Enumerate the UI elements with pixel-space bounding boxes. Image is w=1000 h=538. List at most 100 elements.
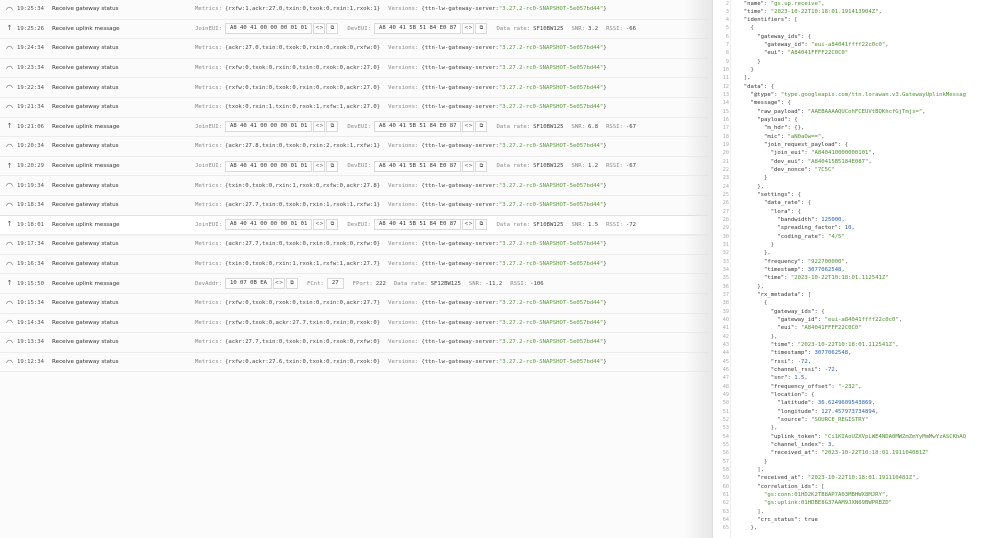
wifi-icon: ◠ [6, 239, 13, 249]
snr-label: SNR: [571, 163, 585, 170]
wifi-icon: ◠ [6, 200, 13, 210]
rssi-value: -67 [625, 123, 637, 130]
version-key: ttn-lw-gateway-server [424, 6, 496, 13]
event-row[interactable]: ◠ 19:12:34 Receive gateway status Metrics:{… [0, 353, 708, 373]
event-row[interactable]: ↑ 19:15:50 Receive uplink message DevAddr: 1… [0, 274, 708, 294]
copy-button[interactable]: ⧉ [326, 23, 339, 35]
code-line: "time": "2023-10-22T10:18:01.191413904Z"… [743, 8, 882, 15]
event-json-viewer[interactable]: 2 3 4 5 6 7 8 9 10 11 12 13 14 15 16 17 18 19 20 21 22 23 24 25… [712, 0, 1000, 538]
metric-key: rxfw [356, 202, 370, 209]
brace: } [603, 104, 607, 111]
event-details: JoinEUI: A8 40 41 00 00 00 01 01 <> ⧉ DevEUI… [195, 23, 636, 35]
event-row[interactable]: ◠ 19:23:34 Receive gateway status Metrics:{… [0, 59, 708, 79]
line-number: 54 [722, 433, 729, 440]
copy-button[interactable]: ⧉ [475, 160, 488, 172]
metric-key: ackr [275, 319, 290, 326]
copy-button[interactable]: ⧉ [475, 219, 488, 231]
code-toggle-button[interactable]: <> [462, 219, 475, 231]
code-toggle-button[interactable]: <> [313, 219, 326, 231]
code-toggle-button[interactable]: <> [313, 121, 326, 133]
line-number: 41 [722, 325, 729, 332]
event-row[interactable]: ◠ 19:15:34 Receive gateway status Metrics:{… [0, 294, 708, 314]
brace: } [376, 45, 381, 52]
version-value: "3.27.2-rc0-SNAPSHOT-5e057bd44" [498, 104, 604, 111]
event-time: 19:13:34 [17, 339, 44, 346]
metrics-label: Metrics: [195, 261, 222, 268]
copy-button[interactable]: ⧉ [286, 278, 298, 290]
wifi-icon: ◠ [6, 259, 13, 269]
code-toggle-button[interactable]: <> [462, 121, 475, 133]
event-time: 19:15:50 [17, 280, 44, 287]
brace: } [376, 202, 381, 209]
metric-key: rxfw [228, 319, 242, 326]
event-details: Metrics:{ ackr: 27.7, txin: 0, txok: 0, … [195, 339, 607, 345]
versions-label: Versions: [388, 65, 419, 72]
event-row[interactable]: ◠ 19:13:34 Receive gateway status Metrics:{… [0, 333, 708, 353]
event-time: 19:18:34 [17, 202, 44, 209]
metric-key: rxin [309, 202, 323, 209]
copy-button[interactable]: ⧉ [326, 160, 339, 172]
event-row[interactable]: ◠ 19:25:34 Receive gateway status Metrics:{… [0, 0, 708, 20]
event-time: 19:12:34 [17, 359, 44, 366]
event-details: DevAddr: 10 07 0B EA <> ⧉ FCnt: 27 FPort: 222 Da… [195, 278, 544, 290]
code-line: "bandwidth": 125000, [777, 217, 845, 224]
copy-button[interactable]: ⧉ [326, 121, 339, 133]
code-toggle-button[interactable]: <> [273, 278, 285, 290]
deveui-label: DevEUI: [347, 221, 371, 228]
event-row[interactable]: ◠ 19:24:34 Receive gateway status Metrics:{… [0, 39, 708, 59]
event-row[interactable]: ↑ 19:21:06 Receive uplink message JoinEUI: A… [0, 118, 708, 138]
metric-key: txin [228, 182, 242, 189]
copy-button[interactable]: ⧉ [475, 121, 488, 133]
event-row[interactable]: ◠ 19:19:34 Receive gateway status Metrics:{… [0, 176, 708, 196]
version-value: "3.27.2-rc0-SNAPSHOT-5e057bd44" [498, 339, 604, 346]
metric-key: ackr [346, 104, 360, 111]
line-number: 34 [722, 267, 729, 274]
code-line: "gateway_id": "eui-a84041ffff22c0c0", [777, 317, 903, 324]
code-line: }, [763, 250, 771, 257]
line-number: 8 [725, 50, 729, 57]
event-row[interactable]: ◠ 19:18:34 Receive gateway status Metrics:{… [0, 196, 708, 216]
copy-button[interactable]: ⧉ [475, 23, 488, 35]
code-toggle-button[interactable]: <> [462, 160, 475, 172]
event-row[interactable]: ◠ 19:20:34 Receive gateway status Metrics:{… [0, 137, 708, 157]
code-toggle-button[interactable]: <> [462, 23, 475, 35]
data-rate-value: SF10BW125 [533, 221, 564, 228]
event-row[interactable]: ◠ 19:22:34 Receive gateway status Metrics:{… [0, 78, 708, 98]
brace: } [376, 300, 381, 307]
rssi-value: -72 [625, 221, 637, 228]
copy-button[interactable]: ⧉ [326, 219, 339, 231]
brace: } [376, 359, 381, 366]
metric-key: txok [251, 300, 266, 307]
devaddr-value: 10 07 0B EA [224, 278, 272, 290]
fport-value: 222 [375, 280, 386, 287]
metric-key: ackr [346, 182, 360, 189]
event-row[interactable]: ◠ 19:17:34 Receive gateway status Metrics:{… [0, 235, 708, 255]
event-type: Receive gateway status [52, 104, 119, 111]
metric-key: ackr [228, 202, 242, 209]
event-row[interactable]: ◠ 19:16:34 Receive gateway status Metrics:{… [0, 255, 708, 275]
event-row[interactable]: ↑ 19:20:29 Receive uplink message JoinEUI: A… [0, 157, 708, 177]
wifi-icon: ◠ [6, 83, 13, 93]
metric-key: ackr [228, 45, 242, 52]
event-time: 19:14:34 [17, 319, 44, 326]
line-number: 49 [722, 392, 729, 398]
code-line: "time": "2023-10-22T10:18:01.112541Z" [763, 275, 889, 282]
event-row[interactable]: ◠ 19:21:34 Receive gateway status Metrics:{… [0, 98, 708, 118]
snr-label: SNR: [571, 221, 585, 228]
event-row[interactable]: ↑ 19:18:01 Receive uplink message JoinEUI: A… [0, 215, 708, 236]
metrics-label: Metrics: [195, 104, 222, 111]
event-row[interactable]: ↑ 19:25:26 Receive uplink message JoinEUI: A… [0, 20, 708, 40]
event-time: 19:18:01 [17, 221, 44, 228]
code-line: "channel_rssi": -72, [770, 367, 839, 374]
code-toggle-button[interactable]: <> [313, 160, 326, 172]
event-row[interactable]: ◠ 19:14:34 Receive gateway status Metrics:{… [0, 314, 708, 334]
metric-key: txok [285, 45, 300, 52]
data-rate-value: SF10BW125 [533, 163, 564, 170]
deveui-value: A8 40 41 5B 51 84 E0 87 [374, 160, 462, 172]
brace: } [376, 143, 381, 150]
line-number: 9 [725, 58, 729, 65]
rssi-label: RSSI: [606, 123, 623, 130]
metric-key: rxin [275, 261, 290, 268]
line-number: 38 [722, 300, 729, 307]
code-toggle-button[interactable]: <> [313, 23, 326, 35]
